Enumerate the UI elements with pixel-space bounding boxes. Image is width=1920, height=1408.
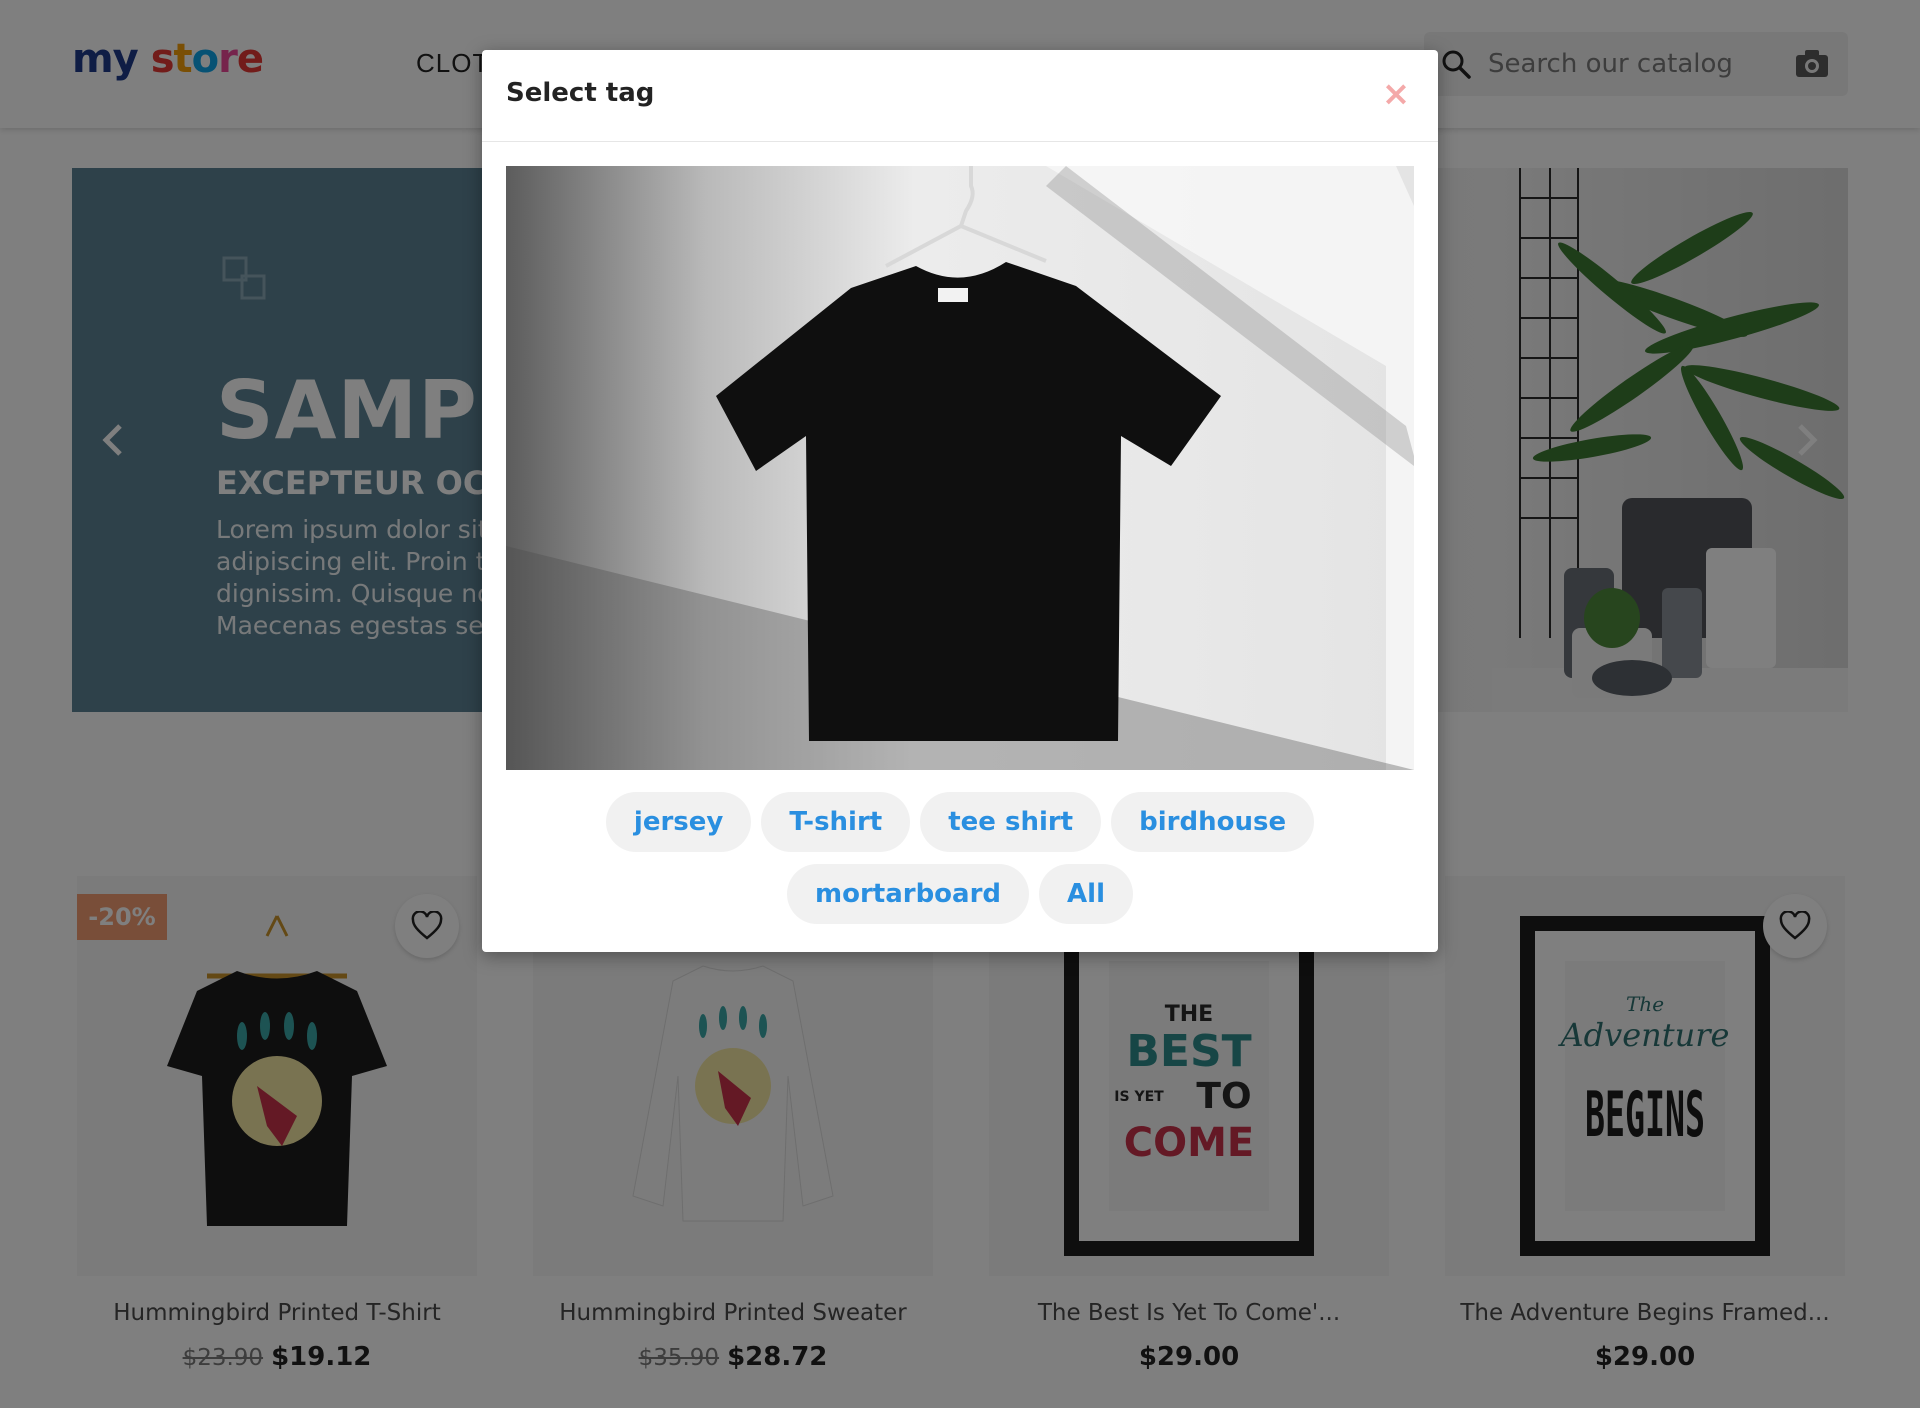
tag-button-t-shirt[interactable]: T-shirt xyxy=(761,792,911,852)
close-icon[interactable]: × xyxy=(1376,74,1416,114)
selected-product-image xyxy=(506,166,1414,770)
select-tag-modal: Select tag × jersey T-shirt tee shirt bi… xyxy=(482,50,1438,952)
tag-button-mortarboard[interactable]: mortarboard xyxy=(787,864,1030,924)
tag-button-all[interactable]: All xyxy=(1039,864,1133,924)
tag-button-jersey[interactable]: jersey xyxy=(605,792,752,852)
tag-button-birdhouse[interactable]: birdhouse xyxy=(1111,792,1315,852)
modal-header: Select tag × xyxy=(482,50,1438,142)
neck-label xyxy=(938,288,968,302)
tag-list: jersey T-shirt tee shirt birdhouse morta… xyxy=(506,792,1414,924)
black-tshirt-photo xyxy=(506,166,1414,770)
tag-button-tee-shirt[interactable]: tee shirt xyxy=(920,792,1102,852)
modal-title: Select tag xyxy=(506,78,655,108)
